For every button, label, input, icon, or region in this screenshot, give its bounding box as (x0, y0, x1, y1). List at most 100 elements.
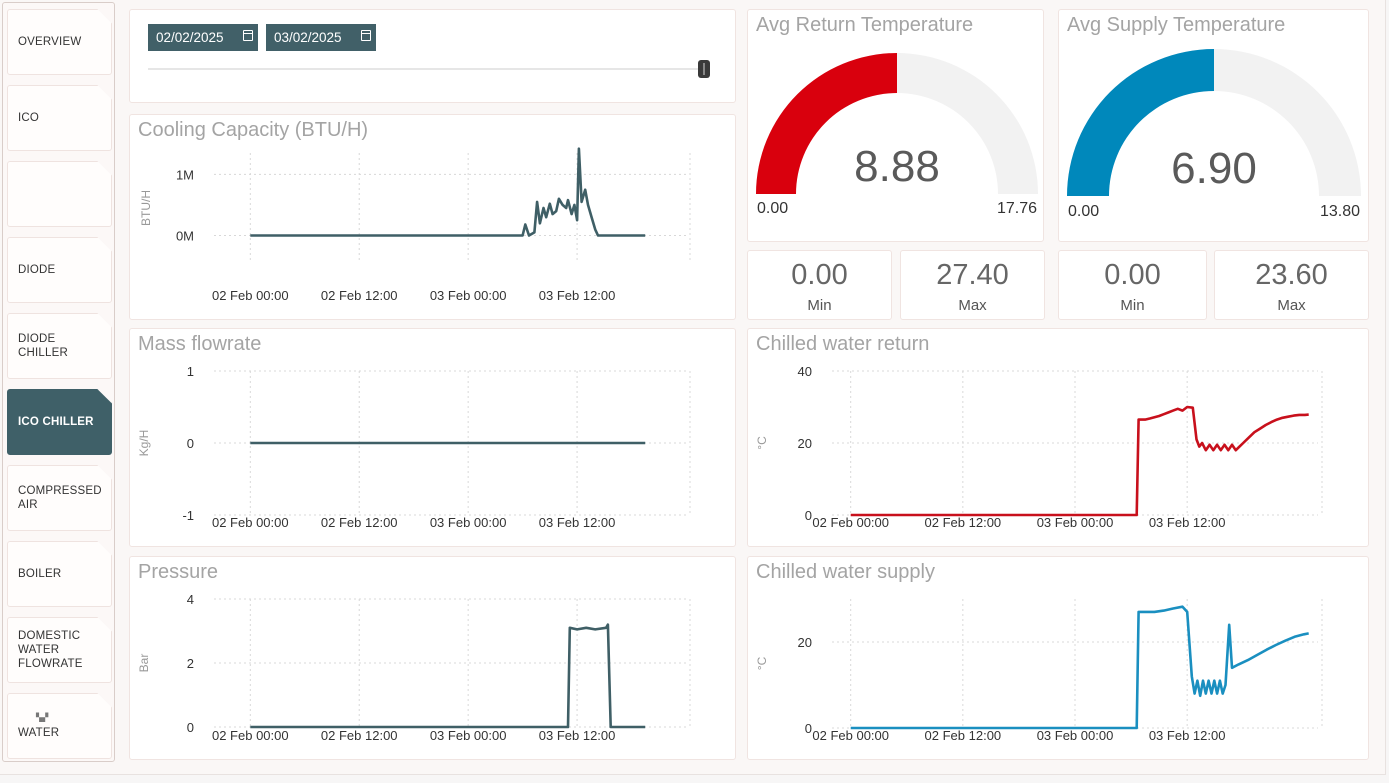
sidebar-item-label: COMPRESSED AIR (18, 485, 102, 511)
y-axis-label: Bar (137, 654, 151, 673)
chilled-water-supply-panel: Chilled water supply 02 Feb 00:00 02 Feb … (747, 556, 1369, 760)
chilled-water-supply-chart: 02 Feb 00:00 02 Feb 12:00 03 Feb 00:00 03 F… (755, 599, 1323, 743)
end-date-value: 03/02/2025 (274, 30, 342, 45)
stat-label: Max (1277, 297, 1306, 312)
gauge-min: 0.00 (1068, 203, 1100, 220)
gauge-max: 17.76 (996, 200, 1037, 217)
y-tick-label: 20 (798, 436, 812, 451)
sidebar-item-boiler[interactable]: BOILER (7, 541, 112, 607)
gauge-min: 0.00 (757, 200, 789, 217)
x-tick-label: 02 Feb 00:00 (212, 288, 289, 303)
series-line (250, 147, 646, 237)
return-min-box: 0.00 Min (747, 250, 892, 320)
series-line (850, 605, 1309, 730)
sidebar-item-diode-chiller[interactable]: DIODE CHILLER (7, 313, 112, 379)
y-tick-label: -1 (182, 508, 194, 523)
y-tick-label: 40 (798, 364, 812, 379)
x-tick-label: 02 Feb 00:00 (812, 728, 889, 743)
sidebar-item-ico-chiller[interactable]: ICO CHILLER (7, 389, 112, 455)
x-tick-label: 03 Feb 12:00 (539, 288, 616, 303)
x-tick-label: 02 Feb 12:00 (321, 288, 398, 303)
y-axis-label: °C (755, 656, 769, 670)
sidebar-item-water[interactable]: ▚▞ WATER (7, 693, 112, 759)
x-tick-label: 03 Feb 12:00 (539, 515, 616, 530)
stat-label: Max (958, 297, 987, 312)
y-tick-label: 1M (176, 167, 194, 182)
x-tick-label: 02 Feb 00:00 (812, 515, 889, 530)
gauge-value: 6.90 (1171, 144, 1257, 193)
sidebar-item-label: ICO (18, 112, 40, 124)
stat-label: Min (1120, 297, 1145, 312)
avg-return-gauge-panel: Avg Return Temperature 8.88 0.00 17.76 (747, 9, 1044, 242)
stat-value: 23.60 (1255, 259, 1328, 291)
y-tick-label: 20 (798, 635, 812, 650)
return-max-box: 27.40 Max (900, 250, 1045, 320)
y-tick-label: 1 (187, 364, 194, 379)
x-tick-label: 03 Feb 00:00 (430, 728, 507, 743)
date-range-panel: 02/02/2025 03/02/2025 (129, 9, 736, 103)
sidebar-item-ico[interactable]: ICO (7, 85, 112, 151)
y-axis-label: Kg/H (137, 430, 151, 457)
supply-max-box: 23.60 Max (1214, 250, 1369, 320)
y-axis-label: °C (755, 436, 769, 450)
sidebar-item-compressed-air[interactable]: COMPRESSED AIR (7, 465, 112, 531)
y-tick-label: 0 (805, 721, 812, 736)
date-slider-track[interactable] (148, 68, 708, 70)
calendar-icon[interactable] (361, 30, 371, 41)
avg-supply-gauge-panel: Avg Supply Temperature 6.90 0.00 13.80 (1058, 9, 1369, 242)
stat-label: Min (807, 297, 832, 312)
supply-min-box: 0.00 Min (1058, 250, 1207, 320)
x-tick-label: 02 Feb 12:00 (925, 515, 1002, 530)
sidebar-item-label: DOMESTIC WATER FLOWRATE (18, 630, 83, 670)
gauge-max: 13.80 (1319, 203, 1360, 220)
x-tick-label: 03 Feb 00:00 (430, 288, 507, 303)
chilled-water-return-chart: 02 Feb 00:00 02 Feb 12:00 03 Feb 00:00 03 F… (755, 364, 1323, 530)
sidebar-item-blank[interactable] (7, 161, 112, 227)
sidebar-item-label: OVERVIEW (18, 36, 82, 48)
date-slider-handle[interactable] (698, 60, 710, 78)
x-tick-label: 03 Feb 12:00 (539, 728, 616, 743)
x-tick-label: 03 Feb 12:00 (1149, 728, 1226, 743)
x-tick-label: 03 Feb 00:00 (430, 515, 507, 530)
sidebar-item-overview[interactable]: OVERVIEW (7, 9, 112, 75)
cooling-capacity-chart: 02 Feb 00:00 02 Feb 12:00 03 Feb 00:00 03 F… (139, 147, 691, 303)
x-tick-label: 02 Feb 12:00 (925, 728, 1002, 743)
stat-value: 27.40 (936, 259, 1009, 291)
end-date-input[interactable]: 03/02/2025 (266, 24, 376, 51)
x-tick-label: 02 Feb 00:00 (212, 515, 289, 530)
x-tick-label: 03 Feb 00:00 (1037, 728, 1114, 743)
series-line (850, 405, 1309, 517)
y-tick-label: 2 (187, 656, 194, 671)
x-tick-label: 02 Feb 12:00 (321, 515, 398, 530)
y-axis-label: BTU/H (139, 190, 153, 226)
pressure-chart: 02 Feb 00:00 02 Feb 12:00 03 Feb 00:00 03 F… (137, 592, 691, 743)
pressure-panel: Pressure 02 Feb 00:00 02 Feb 12:00 03 Feb … (129, 556, 736, 760)
y-tick-label: 0 (187, 436, 194, 451)
series-line (250, 623, 646, 729)
sidebar-item-label: DIODE CHILLER (18, 333, 68, 359)
mass-flowrate-chart: 02 Feb 00:00 02 Feb 12:00 03 Feb 00:00 03 F… (137, 364, 691, 530)
calendar-icon[interactable] (243, 30, 253, 41)
x-tick-label: 02 Feb 12:00 (321, 728, 398, 743)
x-tick-label: 03 Feb 00:00 (1037, 515, 1114, 530)
start-date-input[interactable]: 02/02/2025 (148, 24, 258, 51)
sidebar-item-domestic-water-flowrate[interactable]: DOMESTIC WATER FLOWRATE (7, 617, 112, 683)
sidebar-item-label: ICO CHILLER (18, 416, 94, 428)
sidebar-item-label: DIODE (18, 264, 56, 276)
x-tick-label: 02 Feb 00:00 (212, 728, 289, 743)
water-icon: ▚▞ (36, 713, 49, 722)
mass-flowrate-panel: Mass flowrate 02 Feb 00:00 02 Feb 12:00 03… (129, 328, 736, 547)
stat-value: 0.00 (1104, 259, 1161, 291)
y-tick-label: 0 (805, 508, 812, 523)
y-tick-label: 0M (176, 229, 194, 244)
y-tick-label: 0 (187, 720, 194, 735)
y-tick-label: 4 (187, 592, 194, 607)
sidebar-item-label: BOILER (18, 568, 62, 580)
sidebar-item-label: WATER (18, 727, 60, 739)
dashboard-root: OVERVIEW ICO DIODE DIODE CHILLER ICO CHI… (0, 0, 1389, 783)
x-tick-label: 03 Feb 12:00 (1149, 515, 1226, 530)
sidebar-item-diode[interactable]: DIODE (7, 237, 112, 303)
cooling-capacity-panel: Cooling Capacity (BTU/H) 02 Feb 00:00 02 … (129, 114, 736, 320)
stat-value: 0.00 (791, 259, 848, 291)
gauge-value: 8.88 (854, 142, 940, 191)
